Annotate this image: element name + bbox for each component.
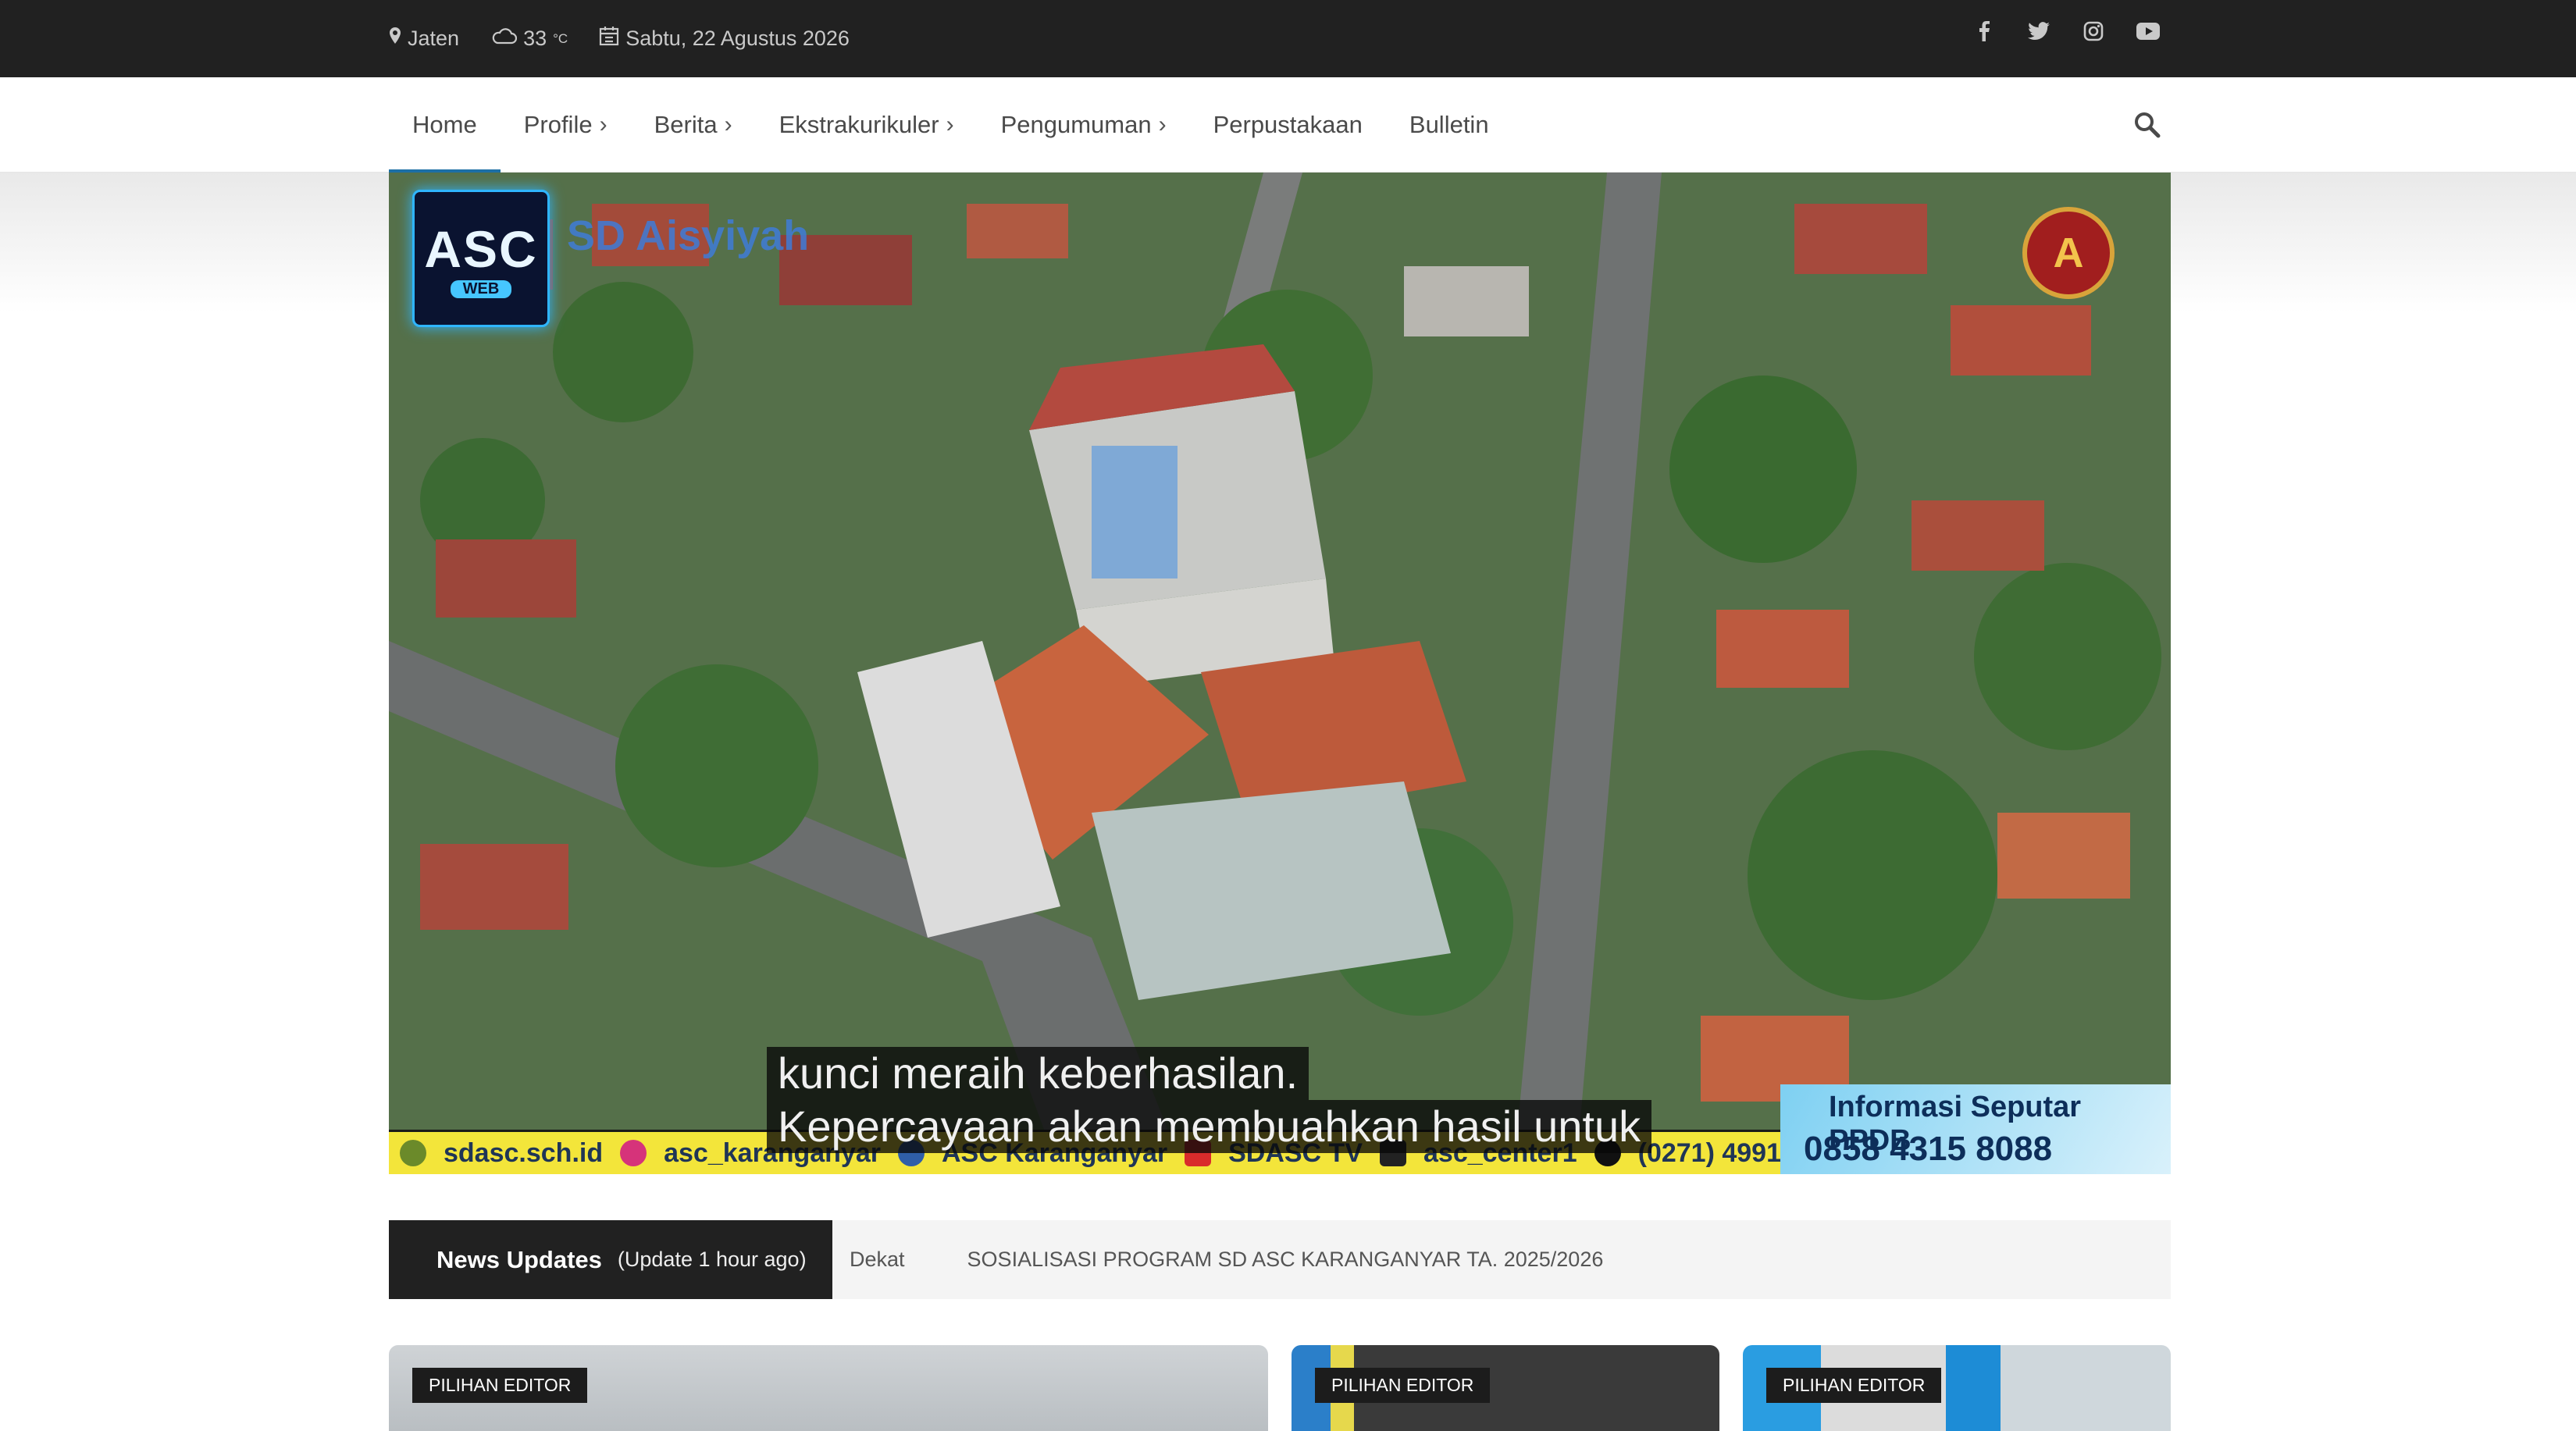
cloud-icon <box>490 27 518 51</box>
date-info: Sabtu, 22 Agustus 2026 <box>599 26 850 52</box>
nav-item-label: Berita <box>654 111 718 138</box>
chevron-right-icon: › <box>1158 112 1167 137</box>
accreditation-seal: A <box>2022 207 2115 299</box>
nav-item-profile[interactable]: Profile › <box>501 77 631 173</box>
instagram-icon <box>620 1140 647 1166</box>
ticker-item[interactable]: Dekat <box>850 1248 905 1272</box>
news-updates-title: News Updates <box>436 1245 602 1273</box>
ticker-item[interactable]: SOSIALISASI PROGRAM SD ASC KARANGANYAR T… <box>967 1248 1604 1272</box>
logo-sub-text: WEB <box>450 279 512 298</box>
map-pin-icon <box>389 27 401 51</box>
temperature-unit: °C <box>553 30 568 46</box>
banner-website: sdasc.sch.id <box>444 1137 604 1168</box>
video-caption: kunci meraih keberhasilan. Kepercayaan a… <box>767 1047 1652 1153</box>
seal-letter: A <box>2053 230 2084 276</box>
social-links <box>1972 0 2160 62</box>
location-text: Jaten <box>408 27 460 50</box>
temperature-value: 33 <box>523 27 547 50</box>
facebook-icon[interactable] <box>1972 20 1996 43</box>
news-updates-bar: News Updates (Update 1 hour ago) Dekat S… <box>389 1220 2171 1299</box>
editor-pick-card[interactable]: PILIHAN EDITOR <box>1743 1345 2171 1431</box>
editor-pick-badge: PILIHAN EDITOR <box>1315 1368 1491 1403</box>
youtube-icon[interactable] <box>2136 20 2160 43</box>
nav-item-label: Bulletin <box>1409 111 1489 138</box>
main-menu: Home Profile › Berita › Ekstrakurikuler … <box>389 77 1512 174</box>
top-bar: Jaten 33 °C Sabtu, 22 Agustus 2026 <box>0 0 2576 77</box>
school-name-logo: SD Aisyiyah <box>567 212 810 259</box>
nav-item-label: Ekstrakurikuler <box>779 111 939 138</box>
news-updates-note: (Update 1 hour ago) <box>617 1248 807 1271</box>
main-navbar: Home Profile › Berita › Ekstrakurikuler … <box>0 77 2576 174</box>
nav-item-berita[interactable]: Berita › <box>631 77 756 173</box>
editor-pick-badge: PILIHAN EDITOR <box>1766 1368 1942 1403</box>
nav-item-perpustakaan[interactable]: Perpustakaan <box>1190 77 1386 173</box>
top-info: Jaten 33 °C Sabtu, 22 Agustus 2026 <box>389 0 850 77</box>
nav-item-bulletin[interactable]: Bulletin <box>1386 77 1512 173</box>
caption-line: Kepercayaan akan membuahkan hasil untuk <box>767 1100 1652 1153</box>
weather-info: 33 °C <box>490 27 568 51</box>
editor-pick-card[interactable]: PILIHAN EDITOR <box>1292 1345 1719 1431</box>
logo-main-text: ASC <box>424 219 538 278</box>
instagram-icon[interactable] <box>2082 20 2105 43</box>
nav-item-label: Home <box>412 111 477 138</box>
date-text: Sabtu, 22 Agustus 2026 <box>625 27 850 50</box>
globe-icon <box>400 1140 426 1166</box>
caption-line: kunci meraih keberhasilan. <box>767 1047 1309 1100</box>
nav-item-label: Profile <box>523 111 593 138</box>
chevron-right-icon: › <box>599 112 607 137</box>
editor-picks: PILIHAN EDITOR PILIHAN EDITOR PILIHAN ED… <box>0 1345 2576 1431</box>
ppdb-info-box: Informasi Seputar PPDB 0858 4315 8088 <box>1780 1084 2171 1174</box>
chevron-right-icon: › <box>946 112 954 137</box>
calendar-icon <box>599 26 619 52</box>
asc-web-logo: ASC WEB <box>412 190 550 327</box>
aerial-school-photo <box>389 173 2171 1174</box>
search-icon[interactable] <box>2133 111 2161 139</box>
ppdb-phone: 0858 4315 8088 <box>1804 1130 2053 1168</box>
nav-item-pengumuman[interactable]: Pengumuman › <box>978 77 1190 173</box>
nav-item-label: Pengumuman <box>1000 111 1152 138</box>
editor-pick-card[interactable]: PILIHAN EDITOR <box>389 1345 1268 1431</box>
twitter-icon[interactable] <box>2027 20 2050 43</box>
location-info: Jaten <box>389 27 459 51</box>
hero-video[interactable]: ASC WEB SD Aisyiyah A sdasc.sch.id asc_k… <box>389 173 2171 1174</box>
nav-item-label: Perpustakaan <box>1213 111 1363 138</box>
nav-item-ekstrakurikuler[interactable]: Ekstrakurikuler › <box>756 77 978 173</box>
editor-pick-badge: PILIHAN EDITOR <box>412 1368 588 1403</box>
news-ticker: Dekat SOSIALISASI PROGRAM SD ASC KARANGA… <box>850 1220 1603 1299</box>
nav-item-home[interactable]: Home <box>389 77 501 174</box>
news-updates-label: News Updates (Update 1 hour ago) <box>389 1220 832 1299</box>
chevron-right-icon: › <box>724 112 732 137</box>
